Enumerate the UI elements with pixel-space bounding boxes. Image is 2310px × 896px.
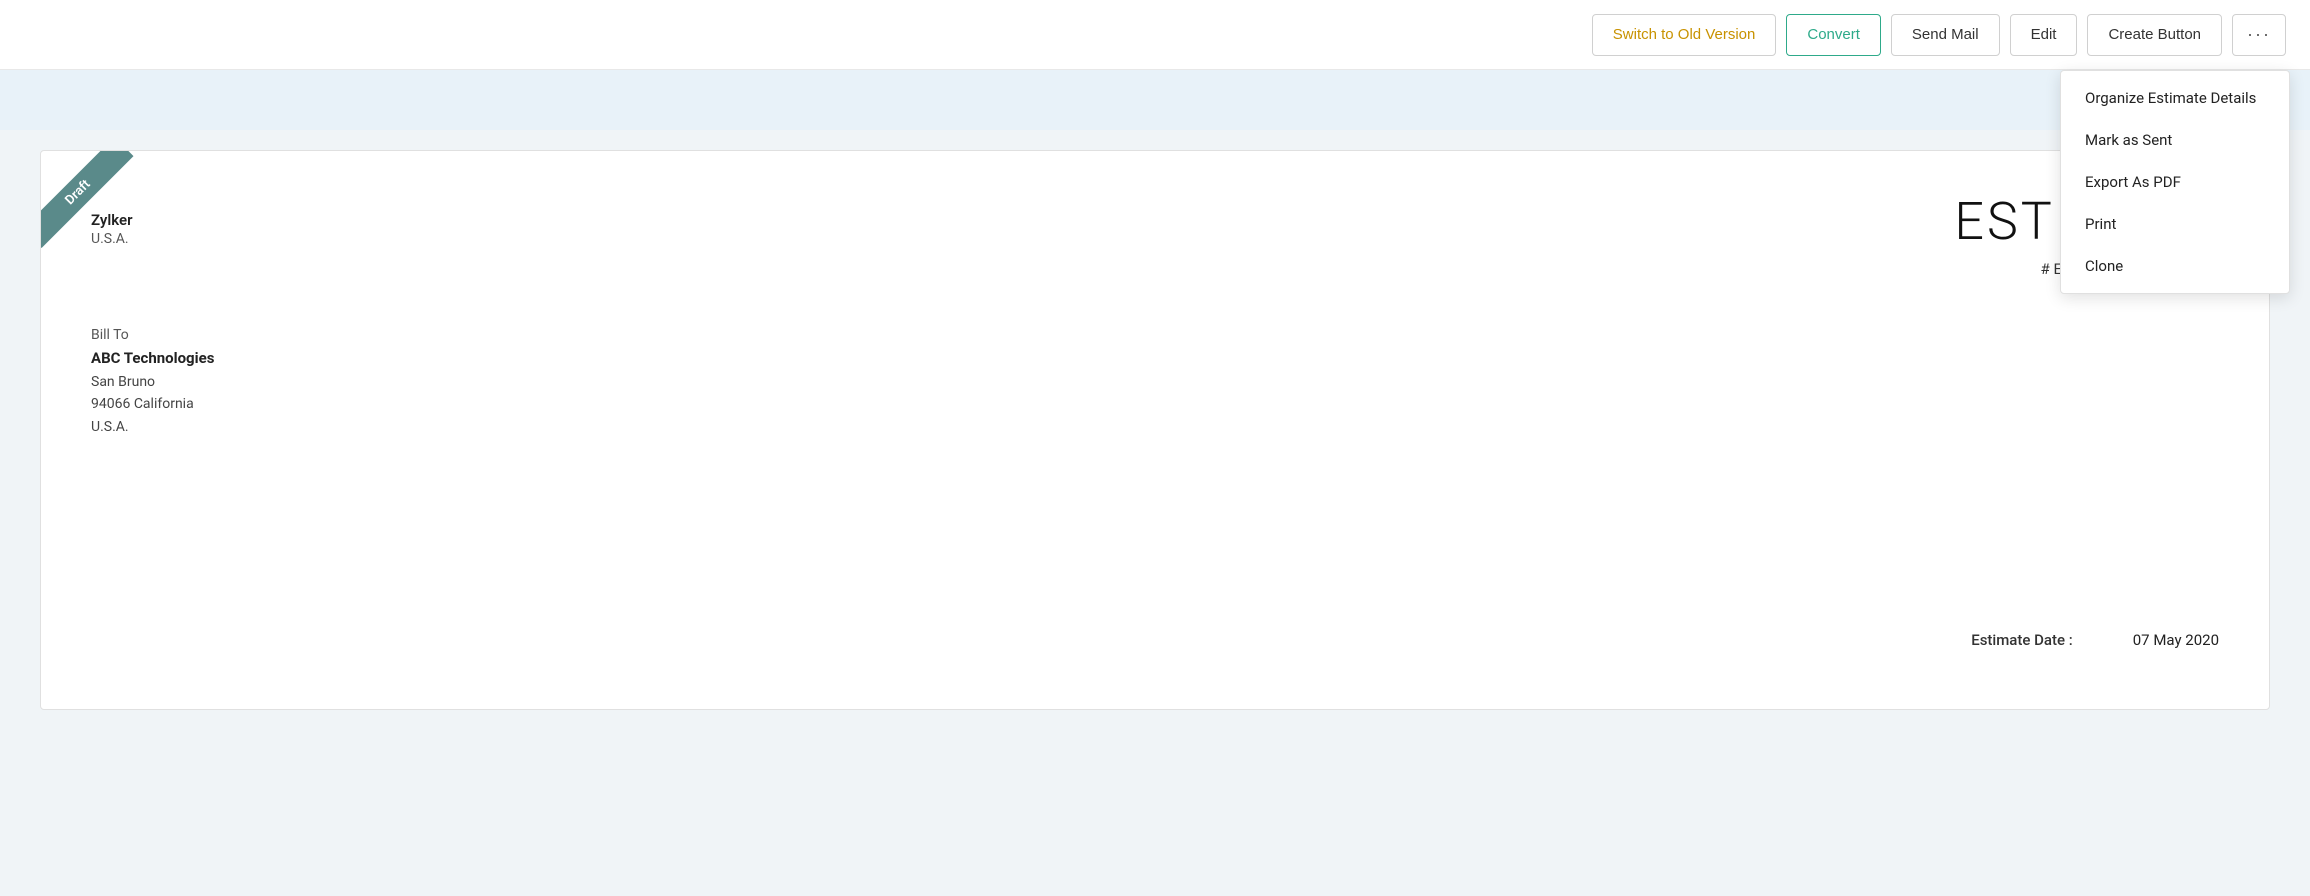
- send-mail-button[interactable]: Send Mail: [1891, 14, 2000, 56]
- main-content: Draft Zylker U.S.A. ESTIMATE # EST-00000…: [0, 130, 2310, 730]
- dropdown-export-pdf[interactable]: Export As PDF: [2061, 161, 2289, 203]
- bill-to-country: U.S.A.: [91, 416, 2219, 438]
- estimate-date-label: Estimate Date :: [1971, 631, 2073, 649]
- banner: [0, 70, 2310, 130]
- estimate-date-row: Estimate Date : 07 May 2020: [1971, 631, 2219, 649]
- create-button-button[interactable]: Create Button: [2087, 14, 2222, 56]
- bill-to-section: Bill To ABC Technologies San Bruno 94066…: [91, 327, 2219, 438]
- dropdown-mark-as-sent[interactable]: Mark as Sent: [2061, 119, 2289, 161]
- estimate-date-value: 07 May 2020: [2133, 631, 2219, 649]
- toolbar: Switch to Old Version Convert Send Mail …: [0, 0, 2310, 70]
- company-name: Zylker: [91, 211, 2219, 229]
- edit-button[interactable]: Edit: [2010, 14, 2078, 56]
- bill-to-address: San Bruno 94066 California U.S.A.: [91, 371, 2219, 438]
- document-card: Draft Zylker U.S.A. ESTIMATE # EST-00000…: [40, 150, 2270, 710]
- dropdown-print[interactable]: Print: [2061, 203, 2289, 245]
- dropdown-clone[interactable]: Clone: [2061, 245, 2289, 287]
- bill-to-city: San Bruno: [91, 371, 2219, 393]
- bill-to-company: ABC Technologies: [91, 349, 2219, 367]
- convert-button[interactable]: Convert: [1786, 14, 1881, 56]
- more-options-button[interactable]: ···: [2232, 14, 2286, 56]
- switch-old-version-button[interactable]: Switch to Old Version: [1592, 14, 1777, 56]
- dropdown-organize-estimate[interactable]: Organize Estimate Details: [2061, 77, 2289, 119]
- bill-to-label: Bill To: [91, 327, 2219, 343]
- dropdown-menu: Organize Estimate Details Mark as Sent E…: [2060, 70, 2290, 294]
- bill-to-zip-state: 94066 California: [91, 393, 2219, 415]
- company-info: Zylker U.S.A.: [91, 211, 2219, 247]
- company-country: U.S.A.: [91, 231, 2219, 247]
